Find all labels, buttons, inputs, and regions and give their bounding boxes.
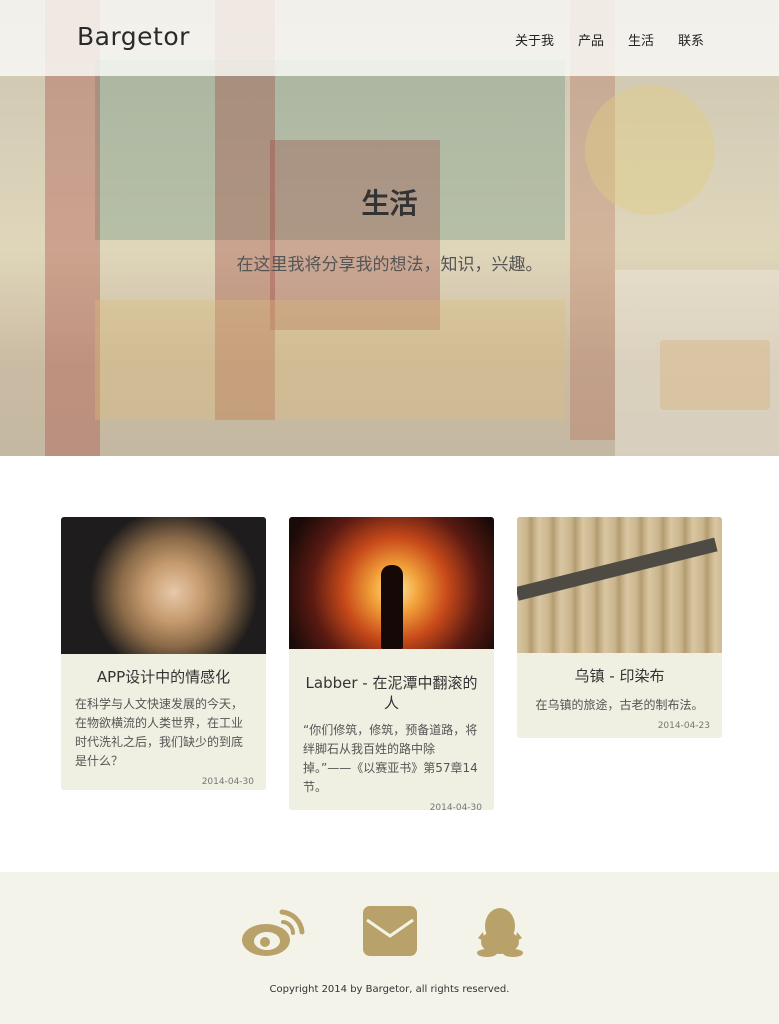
statue-silhouette <box>381 565 403 649</box>
post-thumbnail[interactable] <box>61 517 266 654</box>
page-title: 生活 <box>361 187 418 220</box>
hero-photo-bench <box>95 300 565 420</box>
post-thumbnail[interactable] <box>517 517 722 653</box>
post-title[interactable]: Labber - 在泥潭中翻滚的人 <box>289 673 494 713</box>
post-excerpt: 在科学与人文快速发展的今天，在物欲横流的人类世界，在工业时代洗礼之后，我们缺少的… <box>75 697 244 768</box>
post-date: 2014-04-30 <box>201 777 254 787</box>
site-logo[interactable]: Bargetor <box>77 22 190 51</box>
drying-rack-pipe <box>517 537 718 601</box>
qq-icon[interactable] <box>475 906 525 958</box>
mail-icon[interactable] <box>363 906 417 956</box>
nav-item-life[interactable]: 生活 <box>628 30 654 49</box>
weibo-icon[interactable] <box>240 906 306 958</box>
post-card[interactable]: APP设计中的情感化 在科学与人文快速发展的今天，在物欲横流的人类世界，在工业时… <box>61 517 266 790</box>
nav-item-about[interactable]: 关于我 <box>515 30 554 49</box>
nav-item-products[interactable]: 产品 <box>578 30 604 49</box>
post-excerpt: “你们修筑，修筑，预备道路，将绊脚石从我百姓的路中除掉。”——《以赛亚书》第57… <box>303 723 478 794</box>
hero-banner: Bargetor 关于我 产品 生活 联系 生活 在这里我将分享我的想法，知识，… <box>0 0 779 456</box>
page-subtitle: 在这里我将分享我的想法，知识，兴趣。 <box>236 255 543 275</box>
post-title[interactable]: APP设计中的情感化 <box>61 667 266 687</box>
post-excerpt: 在乌镇的旅途，古老的制布法。 <box>535 698 704 712</box>
post-thumbnail[interactable] <box>289 517 494 649</box>
post-title[interactable]: 乌镇 - 印染布 <box>517 666 722 686</box>
post-date: 2014-04-23 <box>657 721 710 731</box>
post-card[interactable]: 乌镇 - 印染布 在乌镇的旅途，古老的制布法。 2014-04-23 <box>517 517 722 738</box>
nav-item-contact[interactable]: 联系 <box>678 30 704 49</box>
copyright-text: Copyright 2014 by Bargetor, all rights r… <box>269 984 510 995</box>
post-date: 2014-04-30 <box>429 803 482 810</box>
hero-photo-radio <box>660 340 770 410</box>
post-card[interactable]: Labber - 在泥潭中翻滚的人 “你们修筑，修筑，预备道路，将绊脚石从我百姓… <box>289 517 494 810</box>
